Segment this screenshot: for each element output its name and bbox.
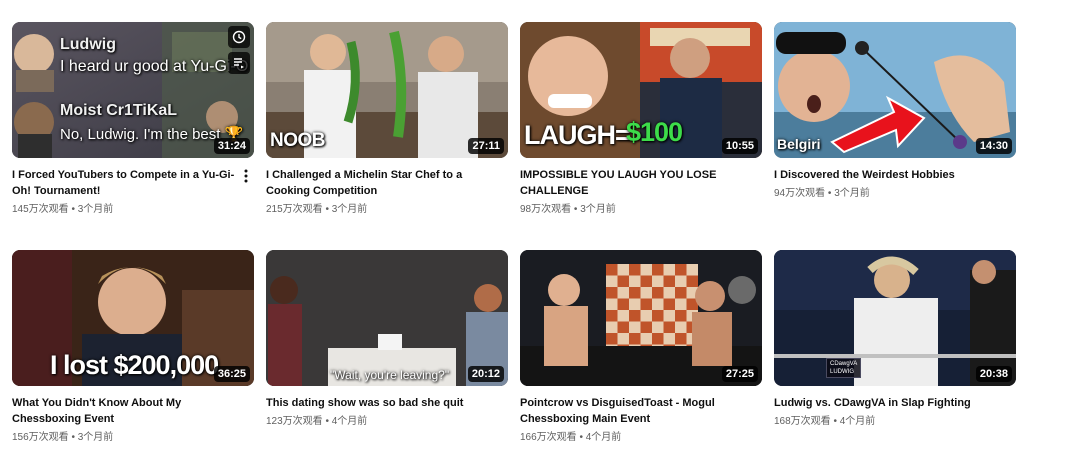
separator: • xyxy=(322,416,332,427)
view-count: 168万次观看 xyxy=(774,416,831,427)
scoreboard-name-b: LUDWIG xyxy=(830,369,854,375)
video-meta: This dating show was so bad she quit 123… xyxy=(266,395,508,429)
separator: • xyxy=(825,188,835,199)
thumbnail-caption-b: $100 xyxy=(626,117,683,147)
video-thumbnail[interactable]: CDawgVA LUDWIG 20:38 xyxy=(774,250,1016,386)
scoreboard-name-a: CDawgVA xyxy=(830,361,858,367)
video-stats: 166万次观看 • 4个月前 xyxy=(520,431,744,445)
video-thumbnail[interactable]: 27:25 xyxy=(520,250,762,386)
video-duration: 31:24 xyxy=(213,138,250,154)
video-stats: 123万次观看 • 4个月前 xyxy=(266,415,490,429)
view-count: 94万次观看 xyxy=(774,188,826,199)
upload-age: 3个月前 xyxy=(77,432,114,443)
video-duration: 20:12 xyxy=(467,366,504,382)
hover-actions xyxy=(228,26,250,74)
video-duration: 14:30 xyxy=(975,138,1012,154)
more-actions-icon[interactable] xyxy=(238,167,254,185)
video-title[interactable]: Pointcrow vs DisguisedToast - Mogul Ches… xyxy=(520,395,744,427)
view-count: 98万次观看 xyxy=(520,204,572,215)
add-to-queue-icon[interactable] xyxy=(228,52,250,74)
thumbnail-line-1: I heard ur good at Yu-Gi-O xyxy=(60,58,249,75)
thumbnail-caption: I lost $200,000 xyxy=(50,350,219,380)
upload-age: 3个月前 xyxy=(580,204,616,215)
video-card[interactable]: LAUGH= $100 10:55 IMPOSSIBLE YOU LAUGH Y… xyxy=(520,22,762,217)
upload-age: 4个月前 xyxy=(839,416,876,427)
view-count: 145万次观看 xyxy=(12,204,69,215)
video-duration: 10:55 xyxy=(721,138,758,154)
video-meta: Pointcrow vs DisguisedToast - Mogul Ches… xyxy=(520,395,762,445)
thumbnail-caption-a: LAUGH= xyxy=(524,120,631,150)
video-title[interactable]: I Challenged a Michelin Star Chef to a C… xyxy=(266,167,490,199)
video-meta: I Challenged a Michelin Star Chef to a C… xyxy=(266,167,508,217)
separator: • xyxy=(322,204,332,215)
video-card[interactable]: I lost $200,000 36:25 What You Didn't Kn… xyxy=(12,250,254,445)
video-stats: 145万次观看 • 3个月前 xyxy=(12,203,236,217)
video-stats: 168万次观看 • 4个月前 xyxy=(774,415,998,429)
video-card[interactable]: Belgiri 14:30 I Discovered the Weirdest … xyxy=(774,22,1016,201)
thumbnail-caption: Belgiri xyxy=(777,136,821,152)
video-thumbnail[interactable]: Belgiri 14:30 xyxy=(774,22,1016,158)
separator: • xyxy=(68,204,78,215)
view-count: 215万次观看 xyxy=(266,204,323,215)
video-duration: 27:25 xyxy=(721,366,758,382)
upload-age: 4个月前 xyxy=(585,432,622,443)
upload-age: 4个月前 xyxy=(331,416,368,427)
video-stats: 215万次观看 • 3个月前 xyxy=(266,203,490,217)
view-count: 166万次观看 xyxy=(520,432,577,443)
upload-age: 3个月前 xyxy=(331,204,368,215)
video-title[interactable]: IMPOSSIBLE YOU LAUGH YOU LOSE CHALLENGE xyxy=(520,167,744,199)
thumbnail-caption: "Wait, you're leaving?" xyxy=(330,368,450,382)
separator: • xyxy=(576,432,586,443)
video-card[interactable]: 27:25 Pointcrow vs DisguisedToast - Mogu… xyxy=(520,250,762,445)
view-count: 123万次观看 xyxy=(266,416,323,427)
video-meta: I Discovered the Weirdest Hobbies 94万次观看… xyxy=(774,167,1016,201)
video-title[interactable]: I Forced YouTubers to Compete in a Yu-Gi… xyxy=(12,167,236,199)
video-thumbnail[interactable]: NOOB 27:11 xyxy=(266,22,508,158)
video-card[interactable]: "Wait, you're leaving?" 20:12 This datin… xyxy=(266,250,508,429)
video-title[interactable]: Ludwig vs. CDawgVA in Slap Fighting xyxy=(774,395,998,411)
video-title[interactable]: I Discovered the Weirdest Hobbies xyxy=(774,167,998,183)
video-meta: Ludwig vs. CDawgVA in Slap Fighting 168万… xyxy=(774,395,1016,429)
thumbnail-caption: NOOB xyxy=(270,130,326,151)
video-card[interactable]: CDawgVA LUDWIG 20:38 Ludwig vs. CDawgVA … xyxy=(774,250,1016,429)
video-card[interactable]: Ludwig I heard ur good at Yu-Gi-O Moist … xyxy=(12,22,254,217)
upload-age: 3个月前 xyxy=(77,204,114,215)
thumbnail-name-1: Ludwig xyxy=(60,36,116,53)
video-meta: I Forced YouTubers to Compete in a Yu-Gi… xyxy=(12,167,254,217)
separator: • xyxy=(830,416,840,427)
video-meta: What You Didn't Know About My Chessboxin… xyxy=(12,395,254,445)
video-duration: 36:25 xyxy=(213,366,250,382)
video-card[interactable]: NOOB 27:11 I Challenged a Michelin Star … xyxy=(266,22,508,217)
video-title[interactable]: This dating show was so bad she quit xyxy=(266,395,490,411)
video-stats: 156万次观看 • 3个月前 xyxy=(12,431,236,445)
video-thumbnail[interactable]: Ludwig I heard ur good at Yu-Gi-O Moist … xyxy=(12,22,254,158)
video-meta: IMPOSSIBLE YOU LAUGH YOU LOSE CHALLENGE … xyxy=(520,167,762,217)
separator: • xyxy=(68,432,78,443)
view-count: 156万次观看 xyxy=(12,432,69,443)
video-thumbnail[interactable]: I lost $200,000 36:25 xyxy=(12,250,254,386)
watch-later-icon[interactable] xyxy=(228,26,250,48)
thumbnail-name-2: Moist Cr1TiKaL xyxy=(60,102,178,119)
video-title[interactable]: What You Didn't Know About My Chessboxin… xyxy=(12,395,236,427)
chessboard-graphic xyxy=(606,264,698,356)
scoreboard: CDawgVA LUDWIG xyxy=(826,358,862,378)
video-stats: 98万次观看 • 3个月前 xyxy=(520,203,744,217)
video-thumbnail[interactable]: LAUGH= $100 10:55 xyxy=(520,22,762,158)
video-thumbnail[interactable]: "Wait, you're leaving?" 20:12 xyxy=(266,250,508,386)
video-duration: 20:38 xyxy=(975,366,1012,382)
separator: • xyxy=(571,204,581,215)
upload-age: 3个月前 xyxy=(834,188,870,199)
video-stats: 94万次观看 • 3个月前 xyxy=(774,187,998,201)
video-duration: 27:11 xyxy=(468,138,504,154)
